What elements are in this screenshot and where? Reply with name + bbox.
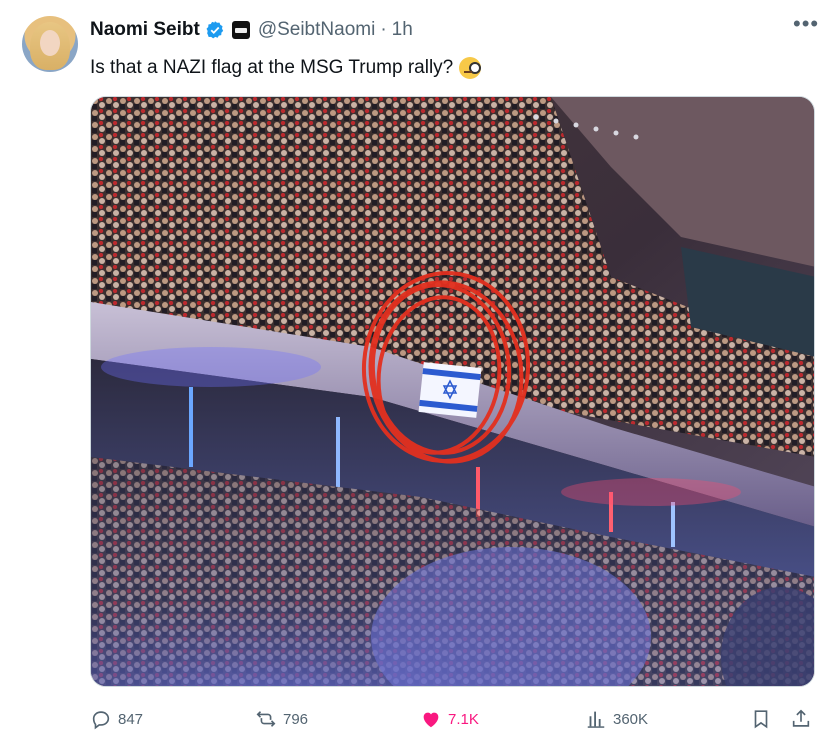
affiliation-badge-icon[interactable] [231, 21, 250, 39]
handle[interactable]: @SeibtNaomi [258, 19, 376, 41]
like-button[interactable]: 7.1K [420, 704, 479, 734]
action-bar: 847 796 7.1K 360K [90, 704, 820, 734]
like-count: 7.1K [448, 710, 479, 728]
share-icon [792, 709, 810, 727]
verified-badge-icon [206, 21, 223, 39]
bookmark-button[interactable] [750, 704, 778, 734]
tweet-photo[interactable] [90, 96, 815, 687]
tweet-text: Is that a NAZI flag at the MSG Trump ral… [90, 56, 482, 80]
repost-count: 796 [283, 710, 309, 728]
more-options-icon[interactable]: ••• [793, 13, 818, 38]
repost-button[interactable]: 796 [255, 704, 308, 734]
separator: · [380, 19, 387, 40]
display-name[interactable]: Naomi Seibt [90, 19, 200, 41]
timestamp[interactable]: 1h [392, 19, 413, 41]
reply-count: 847 [118, 710, 144, 728]
face-with-monocle-icon [459, 57, 482, 79]
views-icon [587, 711, 605, 728]
views-button[interactable]: 360K [585, 704, 648, 734]
heart-icon [423, 712, 439, 728]
share-button[interactable] [790, 704, 818, 734]
repost-icon [256, 711, 276, 727]
reply-icon [92, 711, 110, 730]
bookmark-icon [754, 710, 768, 729]
arena-crowd-photo [91, 97, 814, 686]
avatar[interactable] [22, 16, 78, 72]
tweet-body: Is that a NAZI flag at the MSG Trump ral… [90, 57, 454, 78]
reply-button[interactable]: 847 [90, 704, 143, 734]
views-count: 360K [613, 710, 649, 728]
tweet-header: Naomi Seibt @SeibtNaomi · 1h [90, 16, 819, 44]
